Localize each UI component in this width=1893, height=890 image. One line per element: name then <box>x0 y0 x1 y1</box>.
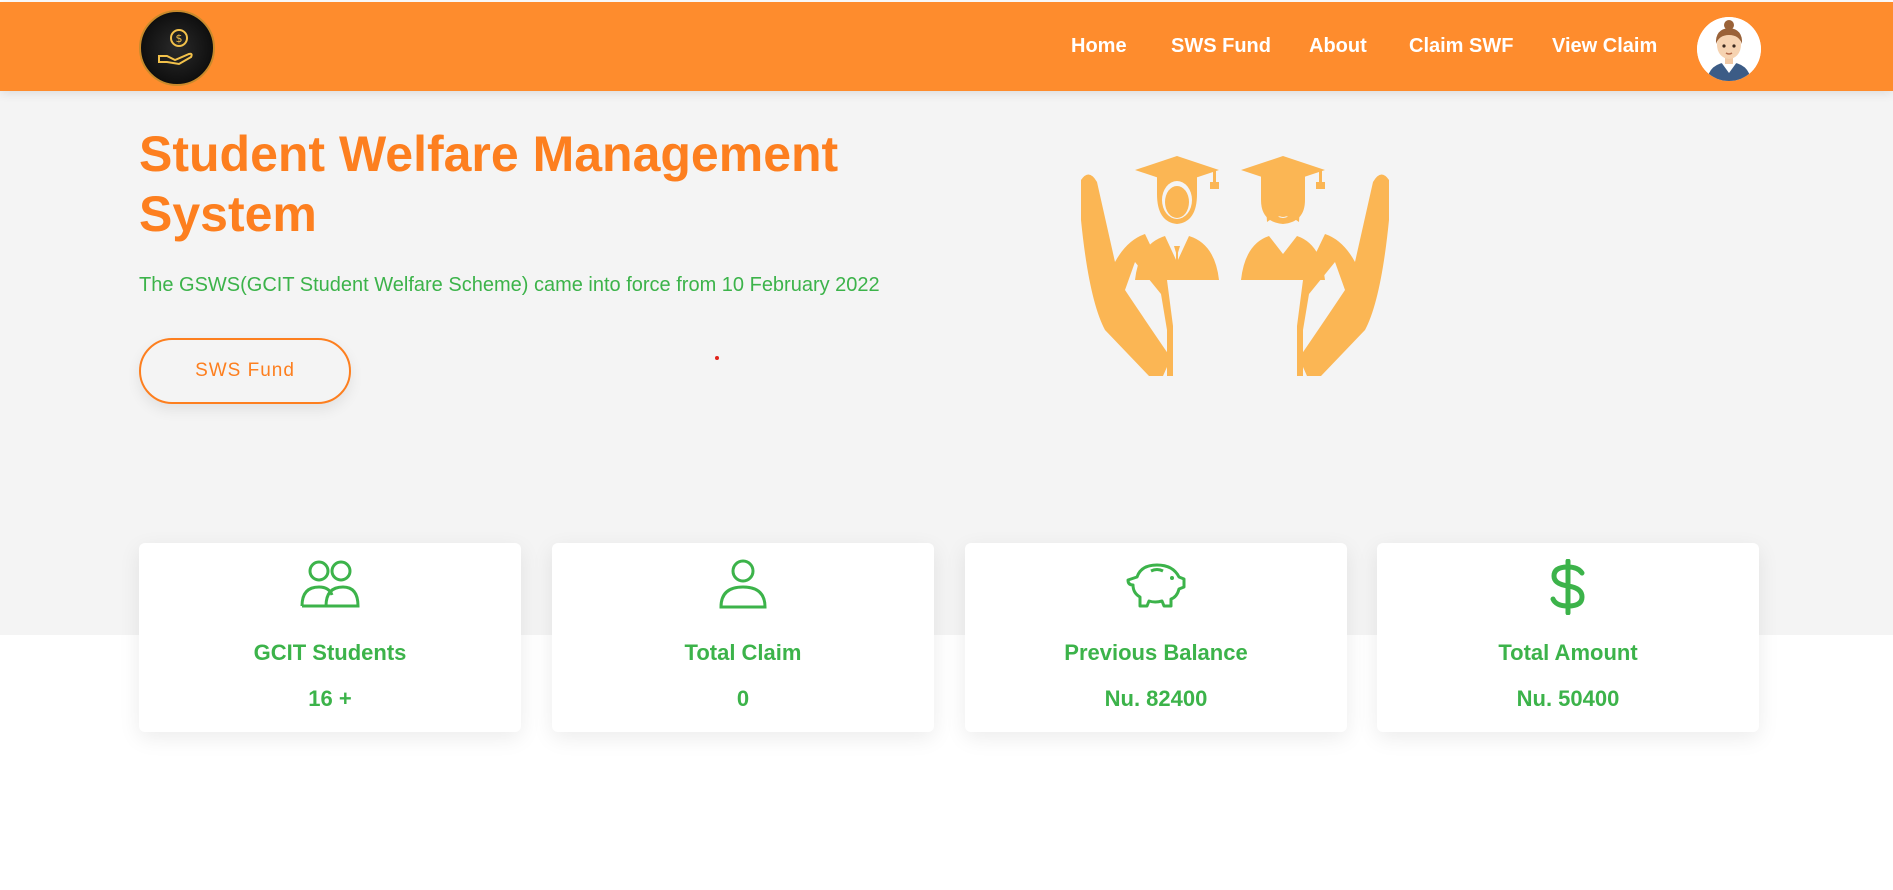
card-title: GCIT Students <box>253 640 407 665</box>
card-value: Nu. 50400 <box>1516 686 1620 711</box>
cursor-dot <box>715 356 719 360</box>
users-icon <box>300 560 360 608</box>
avatar-illustration <box>1697 17 1761 81</box>
stat-card-total-claim: Total Claim 0 <box>552 543 934 732</box>
nav-claim-swf[interactable]: Claim SWF <box>1409 35 1513 58</box>
card-title: Previous Balance <box>1064 640 1248 665</box>
sws-fund-button[interactable]: SWS Fund <box>139 338 351 404</box>
nav-view-claim[interactable]: View Claim <box>1552 35 1657 58</box>
nav-sws-fund[interactable]: SWS Fund <box>1171 35 1271 58</box>
card-title: Total Claim <box>684 640 802 665</box>
user-icon <box>719 559 767 609</box>
site-logo[interactable]: $ <box>139 10 215 86</box>
card-title: Total Amount <box>1498 640 1638 665</box>
user-avatar[interactable] <box>1697 17 1761 81</box>
stat-card-students: GCIT Students 16 + <box>139 543 521 732</box>
card-value: Nu. 82400 <box>1104 686 1208 711</box>
navbar: $ Home SWS Fund About Claim SWF View Cla… <box>0 2 1893 91</box>
hero-subtitle: The GSWS(GCIT Student Welfare Scheme) ca… <box>139 274 880 296</box>
nav-home[interactable]: Home <box>1071 35 1127 58</box>
card-value: 0 <box>736 686 750 711</box>
card-value: 16 + <box>308 686 352 711</box>
page-title: Student Welfare Management System <box>139 126 839 242</box>
nav-about[interactable]: About <box>1309 35 1367 58</box>
stat-card-total-amount: Total Amount Nu. 50400 <box>1377 543 1759 732</box>
stat-card-previous-balance: Previous Balance Nu. 82400 <box>965 543 1347 732</box>
piggy-bank-icon <box>1126 563 1186 608</box>
graduates-hands-icon <box>1081 156 1389 376</box>
dollar-icon <box>1550 559 1585 615</box>
svg-text:$: $ <box>176 32 183 45</box>
graduates-in-hands-illustration <box>1075 150 1395 385</box>
hand-coin-icon: $ <box>158 29 193 66</box>
